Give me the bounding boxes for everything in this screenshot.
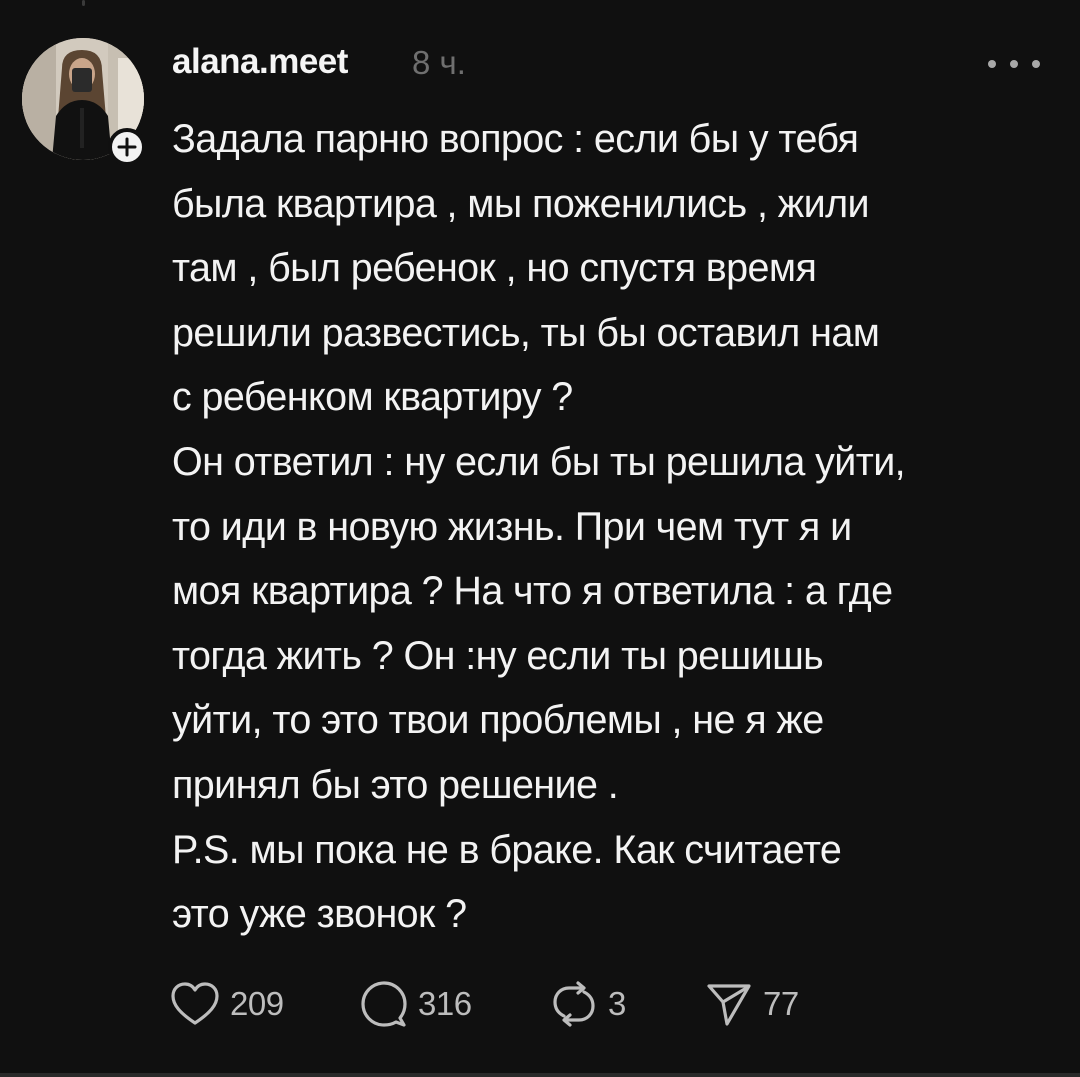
post-text-line: с ребенком квартиру ?	[172, 375, 573, 420]
share-count: 77	[763, 985, 799, 1022]
post-text-line: моя квартира ? На что я ответила : а где	[172, 569, 893, 614]
comment-bubble-icon	[361, 981, 407, 1027]
post-divider	[0, 1073, 1080, 1077]
plus-icon	[117, 137, 137, 157]
like-button[interactable]: 209	[170, 980, 284, 1028]
repost-icon	[553, 981, 595, 1027]
post-text-line: тогда жить ? Он :ну если ты решишь	[172, 633, 824, 678]
follow-button[interactable]	[108, 128, 146, 166]
repost-button[interactable]: 3	[550, 980, 626, 1028]
more-horizontal-icon	[988, 60, 996, 68]
post-text-line: то иди в новую жизнь. При чем тут я и	[172, 504, 852, 549]
post-timestamp: 8 ч.	[412, 44, 466, 81]
post-text-line: P.S. мы пока не в браке. Как считаете	[172, 827, 842, 872]
more-horizontal-icon-dot	[1032, 60, 1040, 68]
author-username[interactable]: alana.meet	[172, 42, 348, 82]
post-text-line: была квартира , мы поженились , жили	[172, 181, 870, 226]
comment-count: 316	[418, 985, 472, 1022]
comment-button[interactable]: 316	[360, 980, 472, 1028]
more-horizontal-icon-dot	[1010, 60, 1018, 68]
post-text-line: уйти, то это твои проблемы , не я же	[172, 698, 824, 743]
share-button[interactable]: 77	[705, 980, 799, 1028]
post-text-line: принял бы это решение .	[172, 762, 619, 807]
post-text: Задала парню вопрос : если бы у тебя был…	[172, 107, 1072, 947]
heart-icon	[171, 982, 219, 1025]
like-count: 209	[230, 985, 284, 1022]
post-text-line: решили развестись, ты бы оставил нам	[172, 310, 880, 355]
thread-line	[82, 0, 85, 6]
more-options-button[interactable]	[988, 52, 1040, 76]
post-text-line: Он ответил : ну если бы ты решила уйти,	[172, 439, 906, 484]
post-text-line: Задала парню вопрос : если бы у тебя	[172, 117, 859, 161]
post-text-line: это уже звонок ?	[172, 892, 467, 937]
repost-count: 3	[608, 985, 626, 1022]
send-icon	[707, 984, 751, 1026]
post-text-line: там , был ребенок , но спустя время	[172, 246, 817, 291]
author-avatar-container[interactable]	[22, 38, 146, 166]
